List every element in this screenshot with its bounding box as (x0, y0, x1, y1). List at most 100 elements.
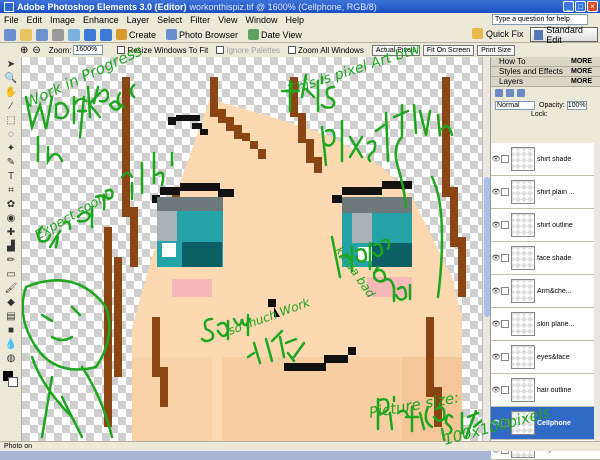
actual-pixels-button[interactable]: Actual Pixels (371, 44, 420, 56)
minimize-button[interactable]: _ (563, 1, 574, 12)
menu-file[interactable]: File (4, 15, 19, 25)
delete-layer-icon[interactable] (517, 89, 525, 97)
link-icon[interactable] (501, 353, 509, 361)
link-icon[interactable] (501, 254, 509, 262)
layer-row[interactable]: 👁 hair outline (491, 374, 600, 407)
close-button[interactable]: × (587, 1, 598, 12)
date-view-button[interactable]: Date View (248, 29, 302, 40)
document-canvas[interactable] (22, 57, 488, 441)
styles-more-button[interactable]: MORE (571, 68, 592, 75)
fit-on-screen-button[interactable]: Fit On Screen (422, 44, 475, 56)
link-icon[interactable] (501, 287, 509, 295)
sponge-tool-icon[interactable]: ◍ (4, 353, 18, 365)
hand-tool-icon[interactable]: ✋ (4, 87, 18, 99)
adjustment-layer-icon[interactable] (506, 89, 514, 97)
layer-row-selected[interactable]: 👁 Cellphone (491, 407, 600, 440)
cookie-cutter-tool-icon[interactable]: ✿ (4, 199, 18, 211)
link-icon[interactable] (501, 188, 509, 196)
menu-view[interactable]: View (218, 15, 237, 25)
resize-windows-checkbox[interactable]: Resize Windows To Fit (117, 46, 208, 55)
quick-fix-button[interactable]: Quick Fix (472, 28, 524, 39)
how-to-palette-tab[interactable]: How To MORE (491, 57, 600, 67)
blur-tool-icon[interactable]: 💧 (4, 339, 18, 351)
marquee-tool-icon[interactable]: ⬚ (4, 115, 18, 127)
brush-tool-icon[interactable]: 🖌 (4, 283, 18, 295)
eye-icon[interactable]: 👁 (491, 287, 501, 295)
standard-edit-button[interactable]: Standard Edit (530, 25, 598, 45)
eye-icon[interactable]: 👁 (491, 188, 501, 196)
eraser-tool-icon[interactable]: ▭ (4, 269, 18, 281)
pencil-tool-icon[interactable]: ✏ (4, 255, 18, 267)
menu-window[interactable]: Window (245, 15, 277, 25)
gradient-tool-icon[interactable]: ▤ (4, 311, 18, 323)
link-icon[interactable] (501, 155, 509, 163)
clone-stamp-tool-icon[interactable]: ▟ (4, 241, 18, 253)
shape-tool-icon[interactable]: ■ (4, 325, 18, 337)
email-icon[interactable] (68, 28, 80, 41)
menu-layer[interactable]: Layer (127, 15, 150, 25)
zoom-in-icon[interactable]: ⊕ (20, 45, 28, 56)
canvas-vertical-scrollbar[interactable] (482, 57, 490, 441)
layer-row[interactable]: 👁 shirt shade (491, 143, 600, 176)
zoom-input[interactable]: 1600% (73, 45, 104, 55)
magic-wand-tool-icon[interactable]: ✦ (4, 143, 18, 155)
photo-browser-button[interactable]: Photo Browser (166, 29, 238, 40)
create-button[interactable]: Create (116, 29, 156, 40)
red-eye-tool-icon[interactable]: ◉ (4, 213, 18, 225)
link-icon[interactable] (501, 320, 509, 328)
type-tool-icon[interactable]: T (4, 171, 18, 183)
eye-icon[interactable]: 👁 (491, 221, 501, 229)
layer-row[interactable]: 👁 eyes&face (491, 341, 600, 374)
print-size-button[interactable]: Print Size (477, 44, 516, 56)
menu-help[interactable]: Help (285, 15, 304, 25)
layer-row[interactable]: 👁 shirt plain ... (491, 176, 600, 209)
opacity-input[interactable]: 100% (566, 100, 587, 110)
undo-icon[interactable] (84, 28, 96, 41)
link-icon[interactable] (501, 221, 509, 229)
layer-row[interactable]: 👁 skin plane... (491, 308, 600, 341)
zoom-out-icon[interactable]: ⊖ (32, 45, 40, 56)
resize-windows-box[interactable] (117, 46, 126, 54)
eye-icon[interactable]: 👁 (491, 353, 501, 361)
healing-brush-tool-icon[interactable]: ✚ (4, 227, 18, 239)
selection-brush-tool-icon[interactable]: ✎ (4, 157, 18, 169)
layers-more-button[interactable]: MORE (571, 78, 592, 85)
help-search-input[interactable]: Type a question for help (492, 14, 588, 25)
layers-scrollbar[interactable] (594, 143, 600, 441)
menu-image[interactable]: Image (50, 15, 75, 25)
layer-row[interactable]: 👁 Arm&che... (491, 275, 600, 308)
paint-bucket-tool-icon[interactable]: ◆ (4, 297, 18, 309)
layer-row[interactable]: 👁 shirt outline (491, 209, 600, 242)
layers-palette-tab[interactable]: Layers MORE (491, 77, 600, 87)
link-icon[interactable] (501, 386, 509, 394)
lasso-tool-icon[interactable]: ◌ (4, 129, 18, 141)
zoom-all-windows-checkbox[interactable]: Zoom All Windows (288, 46, 364, 55)
new-layer-icon[interactable] (495, 89, 503, 97)
eyedropper-tool-icon[interactable]: ⁄ (4, 101, 18, 113)
menu-enhance[interactable]: Enhance (83, 15, 119, 25)
eye-icon[interactable]: 👁 (491, 254, 501, 262)
menu-edit[interactable]: Edit (27, 15, 43, 25)
print-icon[interactable] (52, 28, 64, 41)
menu-filter[interactable]: Filter (190, 15, 210, 25)
menu-select[interactable]: Select (157, 15, 182, 25)
eye-icon[interactable]: 👁 (491, 386, 501, 394)
eye-icon[interactable]: 👁 (491, 320, 501, 328)
styles-effects-palette-tab[interactable]: Styles and Effects MORE (491, 67, 600, 77)
link-icon[interactable] (501, 419, 509, 427)
new-file-icon[interactable] (4, 28, 16, 41)
redo-icon[interactable] (100, 28, 112, 41)
maximize-button[interactable]: □ (575, 1, 586, 12)
layer-row[interactable]: 👁 face shade (491, 242, 600, 275)
zoom-tool-icon[interactable]: 🔍 (4, 73, 18, 85)
open-folder-icon[interactable] (20, 28, 32, 41)
move-tool-icon[interactable]: ➤ (4, 59, 18, 71)
eye-icon[interactable]: 👁 (491, 419, 501, 427)
save-icon[interactable] (36, 28, 48, 41)
how-to-more-button[interactable]: MORE (571, 58, 592, 65)
eye-icon[interactable]: 👁 (491, 155, 501, 163)
crop-tool-icon[interactable]: ⌗ (4, 185, 18, 197)
background-color-icon[interactable] (8, 377, 18, 387)
blend-mode-select[interactable]: Normal (495, 100, 535, 110)
zoom-all-windows-box[interactable] (288, 46, 297, 54)
